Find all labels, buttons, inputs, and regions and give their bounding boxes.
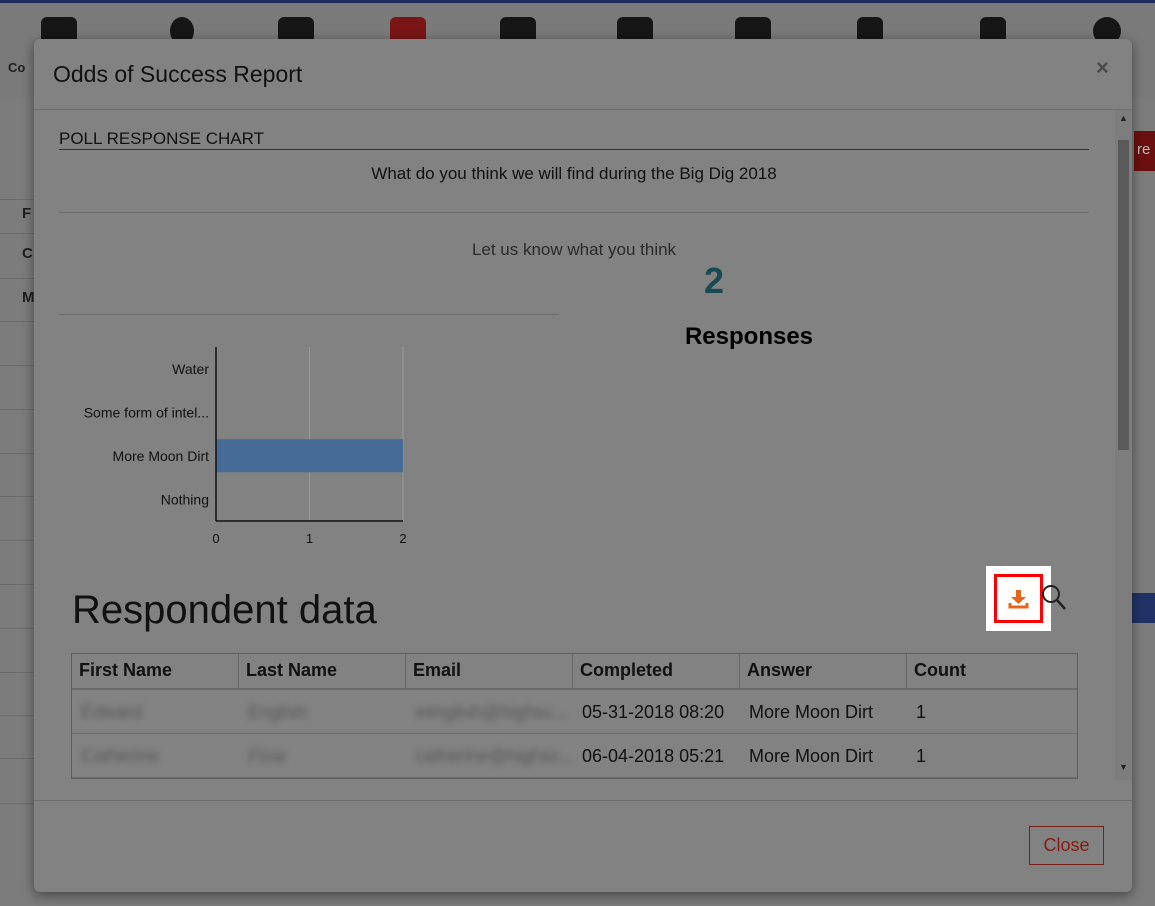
bg-button-fragment: re [1137,141,1151,158]
modal-header: Odds of Success Report × [34,39,1132,110]
last-name-cell: English [248,702,308,722]
chart-category-label: Water [172,361,209,377]
bg-letter: M [22,289,35,306]
divider [59,149,1089,150]
bg-letter: C [22,245,33,262]
bg-letter: F [22,205,32,222]
chart-bar [216,439,403,473]
poll-bar-chart: 0 1 2 Water Some form of intel... More Moon D… [34,335,454,560]
scroll-down-arrow-icon[interactable]: ▼ [1119,762,1128,772]
response-label: Responses [684,323,814,350]
app-left-panel: F C M [0,98,35,906]
divider [59,212,1089,213]
bg-red-button[interactable]: re [1134,131,1155,171]
divider [59,314,559,315]
chart-tick-label: 2 [399,531,406,546]
scroll-thumb[interactable] [1118,140,1129,450]
search-icon [1042,585,1066,610]
respondent-data-title: Respondent data [72,588,377,632]
close-icon[interactable]: × [1096,55,1109,81]
column-header[interactable]: First Name [72,654,239,688]
first-name-cell: Edward [81,702,143,722]
response-count: 2 [703,260,725,301]
chart-category-label: Nothing [161,491,209,507]
count-cell: 1 [916,746,927,766]
nav-label-fragment: Co [8,60,26,75]
download-button[interactable] [994,574,1043,623]
column-header[interactable]: Completed [573,654,740,688]
download-icon [1008,590,1029,609]
chart-category-label: More Moon Dirt [113,448,210,464]
column-header[interactable]: Email [406,654,573,688]
completed-cell: 05-31-2018 08:20 [582,702,725,722]
app-right-panel: re [1132,98,1155,906]
search-button[interactable] [1041,583,1067,613]
modal-title: Odds of Success Report [53,61,303,87]
table-header: First Name Last Name Email Completed Ans… [72,654,1077,690]
first-name-cell: Catherine [81,746,160,766]
column-header[interactable]: Last Name [239,654,406,688]
chart-tick-label: 0 [212,531,219,546]
close-button[interactable]: Close [1029,826,1104,865]
chart-tick-label: 1 [306,531,313,546]
table-row[interactable]: Edward English eenglish@highsc... 05-31-… [72,690,1077,734]
chart-svg: 0 1 2 Water Some form of intel... More Moon D… [84,347,407,546]
modal-scrollbar[interactable]: ▲ ▼ [1115,110,1132,780]
column-header[interactable]: Count [907,654,1077,688]
table-row[interactable]: Catherine Flow catherine@highsc... 06-04… [72,734,1077,778]
report-modal: Odds of Success Report × POLL RESPONSE C… [34,39,1132,892]
modal-body: POLL RESPONSE CHART What do you think we… [34,110,1132,800]
bg-blue-bar [1132,593,1155,623]
respondent-table: First Name Last Name Email Completed Ans… [71,653,1078,779]
email-cell: eenglish@highsc... [415,702,568,722]
last-name-cell: Flow [248,746,287,766]
count-cell: 1 [916,702,927,722]
chart-category-label: Some form of intel... [84,404,209,420]
scroll-up-arrow-icon[interactable]: ▲ [1119,113,1128,123]
column-header[interactable]: Answer [740,654,907,688]
completed-cell: 06-04-2018 05:21 [582,746,725,766]
poll-question: What do you think we will find during th… [371,164,777,183]
answer-cell: More Moon Dirt [749,746,874,766]
email-cell: catherine@highsc... [415,746,573,766]
answer-cell: More Moon Dirt [749,702,874,722]
section-label: POLL RESPONSE CHART [59,129,265,148]
modal-footer: Close [34,800,1132,892]
poll-subtext: Let us know what you think [471,240,677,259]
